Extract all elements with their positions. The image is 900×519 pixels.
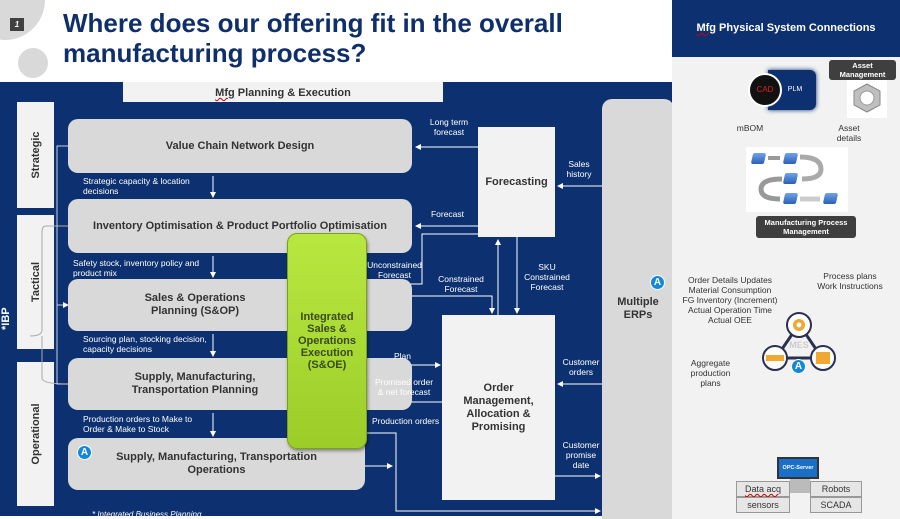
left-feedback-line (56, 145, 68, 385)
badge-a: A (650, 275, 665, 290)
label-promised-order: Promised order & net forecast (374, 377, 434, 397)
mes-text: MES (789, 340, 809, 350)
label-unconstrained-forecast: Unconstrained Forecast (367, 260, 422, 280)
order-management-label: Order Management, Allocation & Promising (463, 381, 534, 433)
label-aggregate-plans: Aggregate production plans (690, 358, 731, 388)
footnote: * Integrated Business Planning (92, 510, 202, 519)
asset-management-tag: Asset Management (829, 60, 896, 80)
badge-a: A (791, 359, 806, 374)
multiple-erps-box: Multiple ERPs (602, 99, 674, 519)
label-sourcing-plan: Sourcing plan, stocking decision, capaci… (83, 334, 207, 354)
process-plans-item: Work Instructions (817, 281, 883, 291)
label-customer-promise-date: Customer promise date (562, 440, 600, 470)
label-production-orders-mto: Production orders to Make to Order & Mak… (83, 414, 193, 434)
label-mbom: mBOM (736, 123, 764, 133)
cad-icon: CAD (748, 73, 782, 107)
process-flow-icon (746, 147, 848, 212)
erps-label: Multiple ERPs (617, 296, 659, 321)
hex-nut-icon (847, 78, 887, 118)
opc-server-base (790, 479, 810, 493)
order-management-box: Order Management, Allocation & Promising (442, 315, 555, 500)
label-asset-details: Asset details (836, 123, 862, 143)
forecasting-box: Forecasting (478, 127, 555, 237)
label-forecast: Forecast (430, 209, 465, 219)
data-acq-box: Data acq (736, 481, 790, 497)
label-strategic-capacity: Strategic capacity & location decisions (83, 176, 190, 196)
soe-box: Integrated Sales & Operations Execution … (287, 233, 367, 449)
erp-update-item: FG Inventory (Increment) (682, 295, 778, 305)
robots-box: Robots (810, 481, 862, 497)
physical-panel-header: Mfg Physical System Connections (672, 0, 900, 57)
badge-a: A (77, 445, 92, 460)
label-sales-history: Sales history (566, 159, 592, 179)
soe-label: Integrated Sales & Operations Execution … (297, 311, 357, 371)
label-plan: Plan (393, 351, 411, 361)
header-prefix: Mfg (696, 22, 716, 34)
label-safety-stock: Safety stock, inventory policy and produ… (73, 258, 200, 278)
opc-server-icon: OPC-Server (777, 457, 819, 479)
smt-operations-label: Supply, Manufacturing, Transportation Op… (116, 451, 317, 476)
label-long-term-forecast: Long term forecast (429, 117, 469, 137)
scada-box: SCADA (810, 497, 862, 513)
mpm-tag: Manufacturing Process Management (756, 216, 856, 238)
header-rest: Physical System Connections (715, 22, 876, 34)
erp-update-item: Order Details Updates (687, 275, 773, 285)
label-production-orders: Production orders (372, 416, 440, 426)
sop-label: Sales & Operations Planning (S&OP) (144, 292, 246, 317)
process-plans-item: Process plans (823, 271, 877, 281)
label-customer-orders: Customer orders (562, 357, 600, 377)
label-sku-constrained-forecast: SKU Constrained Forecast (524, 262, 570, 292)
sensors-box: sensors (736, 497, 790, 513)
erp-update-item: Material Consumption (688, 285, 772, 295)
process-plans-list: Process plans Work Instructions (810, 271, 890, 291)
smt-planning-label: Supply, Manufacturing, Transportation Pl… (131, 371, 259, 396)
value-chain-network-design-box: Value Chain Network Design (68, 119, 412, 173)
data-acq-label: Data acq (744, 484, 782, 494)
label-constrained-forecast: Constrained Forecast (438, 274, 484, 294)
